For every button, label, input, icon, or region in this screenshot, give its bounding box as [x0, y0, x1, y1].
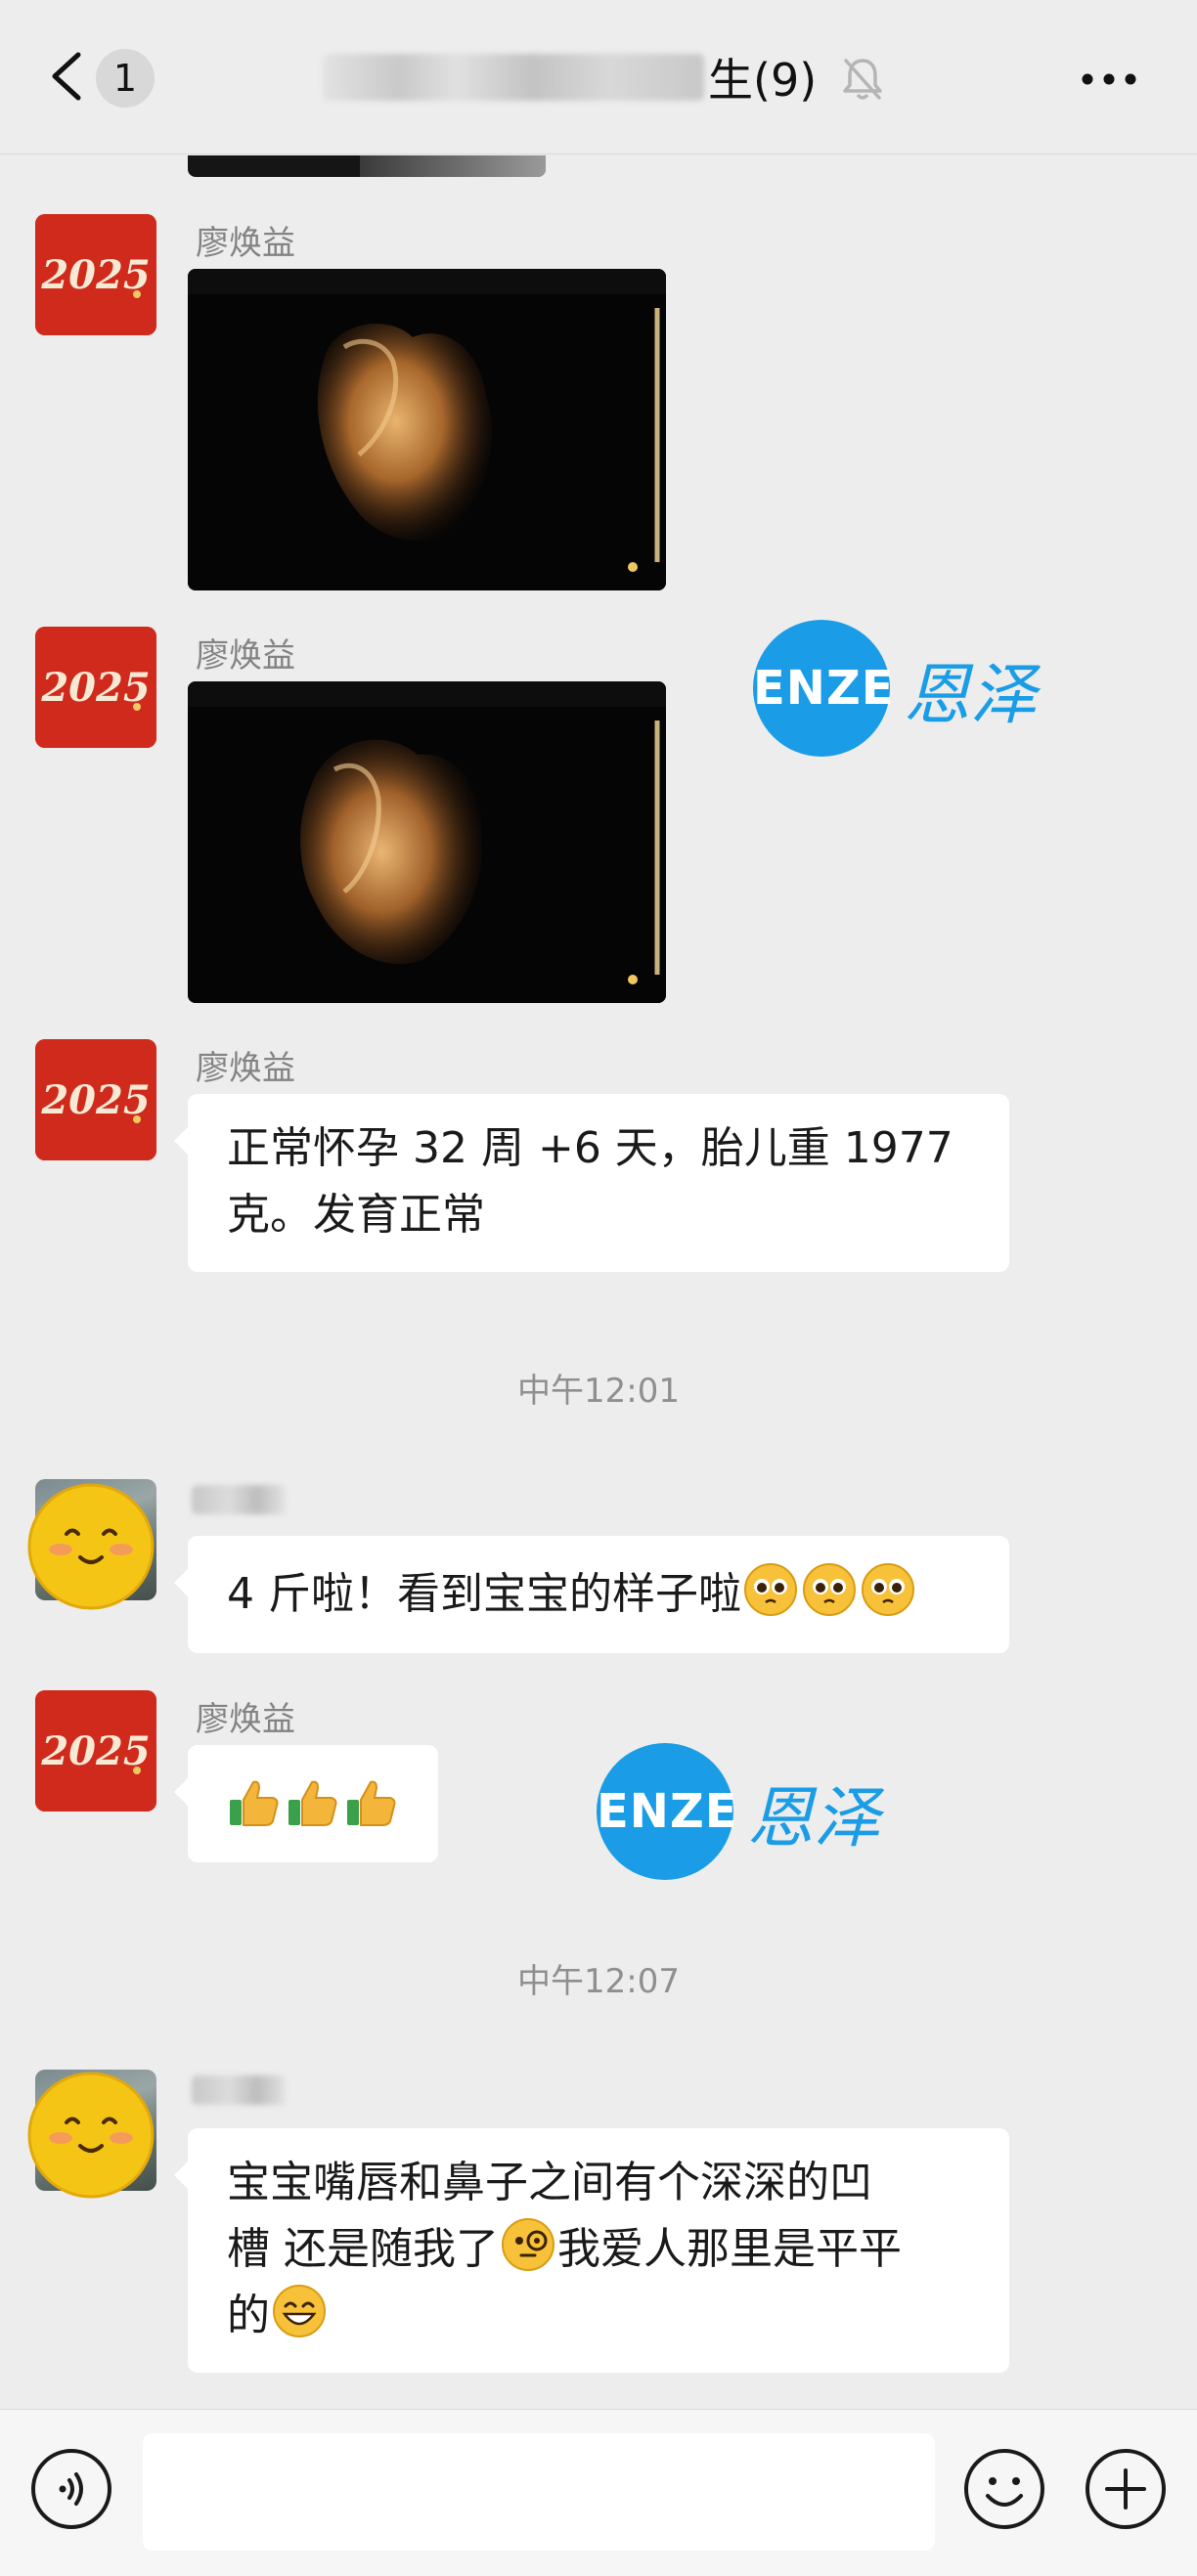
voice-icon: [31, 2449, 111, 2529]
message-text-line: 正常怀孕 32 周 +6 天，胎儿重 1977: [227, 1123, 953, 1173]
timestamp-divider: 中午12:07: [517, 1962, 680, 2001]
thumbs-up-icon: [285, 1774, 341, 1831]
back-arrow-icon: [52, 52, 81, 101]
more-dots-icon: [1082, 73, 1136, 85]
ultrasound-render: [188, 269, 666, 590]
sender-name: 廖焕益: [196, 636, 295, 676]
enze-watermark: ENZE 恩泽: [753, 620, 1037, 757]
chat-header: 1 生(9): [0, 0, 1197, 154]
enze-watermark: ENZE 恩泽: [597, 1743, 880, 1880]
message-text-line: 的: [227, 2283, 970, 2349]
sender-name: 廖焕益: [196, 1049, 295, 1088]
title-redacted-blur: [323, 54, 704, 101]
message-list[interactable]: 2025 廖焕益 2025 廖焕益 ENZE 恩泽 2025 廖焕益 正常怀孕 …: [0, 155, 1197, 2409]
avatar-2025-logo: 2025: [35, 1690, 156, 1812]
smiley-avatar-icon: [25, 1481, 156, 1612]
ultrasound-render: [188, 681, 666, 1003]
svg-text:2025: 2025: [40, 1077, 150, 1123]
back-button[interactable]: [41, 47, 96, 106]
thumbs-up-icon: [343, 1774, 400, 1831]
input-bar: [0, 2409, 1197, 2576]
sender-name: 廖焕益: [196, 1700, 295, 1739]
avatar-2025-logo: 2025: [35, 214, 156, 335]
avatar[interactable]: 2025: [35, 214, 156, 335]
avatar[interactable]: 2025: [35, 1690, 156, 1812]
svg-text:2025: 2025: [40, 252, 150, 298]
pleading-face-icon: [860, 1561, 916, 1618]
pleading-face-icon: [742, 1561, 799, 1618]
plus-button[interactable]: [1084, 2447, 1168, 2531]
watermark-cn-text: 恩泽: [747, 1779, 881, 1857]
more-options-button[interactable]: [1078, 55, 1140, 104]
avatar[interactable]: 2025: [35, 627, 156, 748]
timestamp-divider: 中午12:01: [517, 1372, 680, 1411]
message-text-line: 宝宝嘴唇和鼻子之间有个深深的凹: [227, 2158, 872, 2207]
svg-text:2025: 2025: [40, 1728, 150, 1774]
watermark-cn-text: 恩泽: [904, 656, 1038, 734]
avatar-2025-logo: 2025: [35, 1039, 156, 1160]
message-bubble[interactable]: [174, 1745, 438, 1862]
message-bubble[interactable]: 宝宝嘴唇和鼻子之间有个深深的凹 槽 还是随我了 我爱人那里是平平 的: [174, 2128, 1009, 2373]
message-text-line: 槽 还是随我了 我爱人那里是平平: [227, 2216, 970, 2283]
mute-bell-icon: [839, 55, 886, 104]
ultrasound-image[interactable]: [188, 681, 666, 1003]
sender-name-redacted: [192, 1485, 286, 1514]
message-text: 4 斤啦！看到宝宝的样子啦: [227, 1569, 741, 1619]
pleading-face-icon: [801, 1561, 858, 1618]
message-bubble[interactable]: 正常怀孕 32 周 +6 天，胎儿重 1977 克。发育正常: [174, 1094, 1009, 1272]
watermark-logo-circle: ENZE: [753, 620, 894, 757]
ultrasound-image[interactable]: [188, 269, 666, 590]
chat-title: 生(9): [323, 43, 817, 111]
thumbs-up-icon: [226, 1774, 283, 1831]
chat-title-text: 生(9): [708, 54, 818, 107]
grin-face-icon: [271, 2283, 328, 2339]
watermark-logo-circle: ENZE: [597, 1743, 737, 1880]
emoji-icon: [964, 2449, 1044, 2529]
emoji-button[interactable]: [962, 2447, 1046, 2531]
smiley-avatar-icon: [25, 2070, 156, 2201]
avatar-2025-logo: 2025: [35, 627, 156, 748]
svg-text:2025: 2025: [40, 665, 150, 711]
unread-count-badge[interactable]: 1: [96, 49, 155, 108]
monocle-face-icon: [500, 2216, 556, 2273]
sender-name-redacted: [192, 2075, 286, 2105]
message-text-line: 克。发育正常: [227, 1190, 485, 1240]
message-bubble[interactable]: 4 斤啦！看到宝宝的样子啦: [174, 1536, 1009, 1653]
message-input[interactable]: [143, 2433, 935, 2551]
voice-button[interactable]: [29, 2447, 113, 2531]
message-image-partial[interactable]: [188, 155, 546, 177]
avatar[interactable]: 2025: [35, 1039, 156, 1160]
sender-name: 廖焕益: [196, 224, 295, 263]
plus-icon: [1086, 2449, 1166, 2529]
